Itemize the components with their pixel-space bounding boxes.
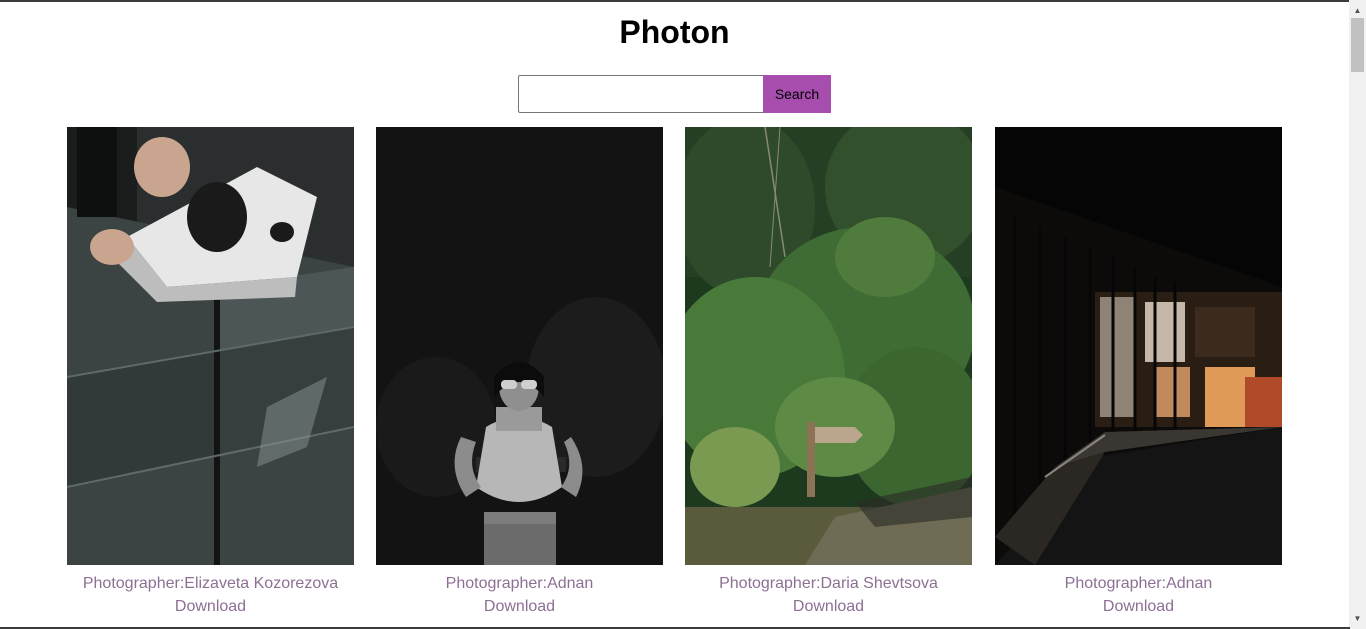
- photographer-credit: Photographer:Daria Shevtsova: [719, 575, 938, 592]
- page-title: Photon: [619, 14, 730, 50]
- photo-card: Photographer:Adnan Download: [995, 127, 1282, 617]
- photo-image[interactable]: [67, 127, 354, 565]
- download-link[interactable]: Download: [685, 597, 972, 617]
- photographer-credit: Photographer:Adnan: [1064, 575, 1213, 592]
- photographer-credit: Photographer:Adnan: [445, 575, 594, 592]
- photo-card: Photographer:Adnan Download: [376, 127, 663, 617]
- photo-gallery: Photographer:Elizaveta Kozorezova Downlo…: [67, 127, 1282, 629]
- page: Photon Search Photographer:Elizaveta Koz…: [0, 0, 1349, 629]
- download-link[interactable]: Download: [67, 597, 354, 617]
- download-link[interactable]: Download: [376, 597, 663, 617]
- scroll-thumb[interactable]: [1351, 18, 1364, 72]
- photographer-credit: Photographer:Elizaveta Kozorezova: [82, 575, 339, 592]
- scroll-down-icon[interactable]: ▼: [1349, 610, 1366, 627]
- vertical-scrollbar[interactable]: ▲ ▼: [1349, 0, 1366, 629]
- photo-card: Photographer:Elizaveta Kozorezova Downlo…: [67, 127, 354, 617]
- search-input[interactable]: [518, 75, 763, 113]
- photo-image[interactable]: [995, 127, 1282, 565]
- search-form: Search: [518, 75, 831, 113]
- photo-card: Photographer:Daria Shevtsova Download: [685, 127, 972, 617]
- photo-image[interactable]: [376, 127, 663, 565]
- search-button[interactable]: Search: [763, 75, 831, 113]
- scroll-up-icon[interactable]: ▲: [1349, 2, 1366, 19]
- download-link[interactable]: Download: [995, 597, 1282, 617]
- photo-image[interactable]: [685, 127, 972, 565]
